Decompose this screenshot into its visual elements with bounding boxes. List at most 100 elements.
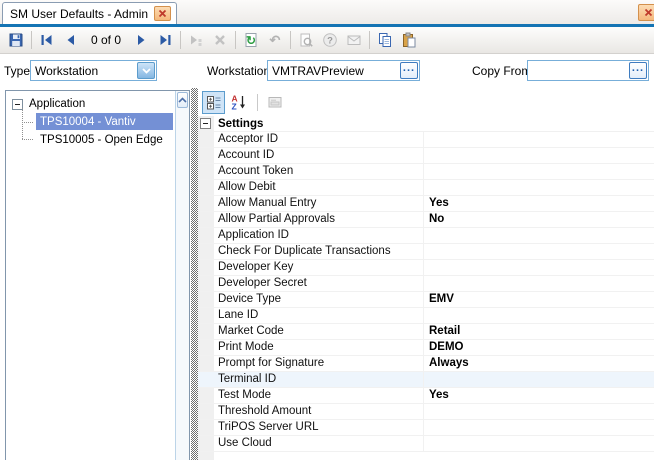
next-record-button[interactable]	[129, 29, 153, 52]
close-icon	[158, 9, 167, 18]
undo-icon: ↶	[267, 32, 283, 48]
workstation-field[interactable]: VMTRAVPreview ...	[267, 60, 420, 81]
previous-record-button[interactable]	[59, 29, 83, 52]
tree-item-label: TPS10005 - Open Edge	[36, 133, 167, 147]
type-combobox[interactable]: Workstation	[30, 60, 157, 81]
property-value: Yes	[424, 388, 654, 403]
property-row[interactable]: Allow Manual Entry Yes	[198, 196, 654, 212]
property-value	[424, 180, 654, 195]
property-value	[424, 276, 654, 291]
property-row[interactable]: Account Token	[198, 164, 654, 180]
tree-children: TPS10004 - Vantiv TPS10005 - Open Edge	[36, 113, 173, 149]
delete-record-button	[208, 29, 232, 52]
application-tree: Application TPS10004 - Vantiv TPS10005 -…	[5, 90, 190, 460]
toolbar-separator	[180, 31, 181, 49]
property-name: Allow Debit	[198, 180, 424, 195]
property-row[interactable]: Developer Secret	[198, 276, 654, 292]
scroll-up-button[interactable]	[177, 92, 188, 108]
collapse-icon[interactable]	[200, 118, 211, 129]
next-record-icon	[133, 32, 149, 48]
tree-item[interactable]: TPS10004 - Vantiv	[36, 113, 173, 130]
undo-button: ↶	[263, 29, 287, 52]
previous-record-icon	[63, 32, 79, 48]
help-icon: ?	[322, 32, 338, 48]
last-record-button[interactable]	[153, 29, 177, 52]
tabstrip-close-button[interactable]	[638, 4, 654, 21]
save-button[interactable]	[4, 29, 28, 52]
property-value	[424, 244, 654, 259]
property-name: Acceptor ID	[198, 132, 424, 147]
add-new-icon	[188, 32, 204, 48]
workstation-browse-button[interactable]: ...	[400, 62, 418, 79]
property-row[interactable]: Developer Key	[198, 260, 654, 276]
property-name: Developer Key	[198, 260, 424, 275]
paste-icon	[401, 32, 417, 48]
first-record-button[interactable]	[35, 29, 59, 52]
property-name: Developer Secret	[198, 276, 424, 291]
property-value: DEMO	[424, 340, 654, 355]
main-area: Application TPS10004 - Vantiv TPS10005 -…	[0, 88, 654, 460]
tab-title: SM User Defaults - Admin	[10, 7, 148, 21]
property-row[interactable]: Device Type EMV	[198, 292, 654, 308]
copy-button[interactable]	[373, 29, 397, 52]
property-row[interactable]: Terminal ID	[198, 372, 654, 388]
az-sort-icon: AZ	[231, 94, 247, 110]
property-row[interactable]: Use Cloud	[198, 436, 654, 452]
tree-connector	[22, 122, 33, 123]
property-row[interactable]: Application ID	[198, 228, 654, 244]
categorized-view-button[interactable]	[202, 91, 225, 114]
print-preview-button	[294, 29, 318, 52]
copy-from-browse-button[interactable]: ...	[629, 62, 647, 79]
property-row[interactable]: TriPOS Server URL	[198, 420, 654, 436]
property-grid-body: Settings Acceptor ID Account ID Account …	[198, 116, 654, 460]
paste-button[interactable]	[397, 29, 421, 52]
alphabetical-sort-button[interactable]: AZ	[227, 91, 250, 114]
workstation-label: Workstation	[207, 64, 270, 78]
property-row[interactable]: Lane ID	[198, 308, 654, 324]
tree-root-label: Application	[29, 98, 85, 110]
property-row[interactable]: Account ID	[198, 148, 654, 164]
property-value	[424, 228, 654, 243]
type-combobox-dropdown-button[interactable]	[137, 62, 155, 79]
property-name: Lane ID	[198, 308, 424, 323]
property-row[interactable]: Prompt for Signature Always	[198, 356, 654, 372]
property-name: Account Token	[198, 164, 424, 179]
property-value: No	[424, 212, 654, 227]
property-row[interactable]: Market Code Retail	[198, 324, 654, 340]
splitter-handle[interactable]	[191, 88, 198, 460]
property-row[interactable]: Test Mode Yes	[198, 388, 654, 404]
copy-from-field[interactable]: ...	[527, 60, 649, 81]
property-name: Application ID	[198, 228, 424, 243]
refresh-button[interactable]: ↻	[239, 29, 263, 52]
save-icon	[8, 32, 24, 48]
property-name: Print Mode	[198, 340, 424, 355]
property-row[interactable]: Acceptor ID	[198, 132, 654, 148]
property-row[interactable]: Allow Partial Approvals No	[198, 212, 654, 228]
chevron-up-icon	[178, 97, 187, 103]
property-value: Retail	[424, 324, 654, 339]
property-value	[424, 148, 654, 163]
property-row[interactable]: Print Mode DEMO	[198, 340, 654, 356]
copy-icon	[377, 32, 393, 48]
svg-text:?: ?	[327, 36, 333, 47]
settings-property-grid: AZ Settings Acceptor ID Account ID Accou…	[198, 88, 654, 460]
type-combobox-value: Workstation	[31, 61, 136, 80]
settings-category-row[interactable]: Settings	[198, 116, 654, 132]
tab-sm-user-defaults[interactable]: SM User Defaults - Admin	[2, 2, 177, 24]
tree-scrollbar[interactable]	[175, 91, 189, 460]
property-name: Allow Partial Approvals	[198, 212, 424, 227]
property-row[interactable]: Allow Debit	[198, 180, 654, 196]
tree-item[interactable]: TPS10005 - Open Edge	[36, 131, 173, 148]
categorized-icon	[206, 94, 222, 110]
property-name: Prompt for Signature	[198, 356, 424, 371]
property-row[interactable]: Check For Duplicate Transactions	[198, 244, 654, 260]
first-record-icon	[39, 32, 55, 48]
record-counter: 0 of 0	[83, 33, 129, 47]
close-icon	[644, 8, 653, 17]
tree-item-label: TPS10004 - Vantiv	[36, 115, 140, 129]
svg-text:↻: ↻	[246, 34, 256, 48]
property-row[interactable]: Threshold Amount	[198, 404, 654, 420]
tab-close-button[interactable]	[154, 6, 171, 21]
property-value	[424, 132, 654, 147]
refresh-icon: ↻	[243, 32, 259, 48]
